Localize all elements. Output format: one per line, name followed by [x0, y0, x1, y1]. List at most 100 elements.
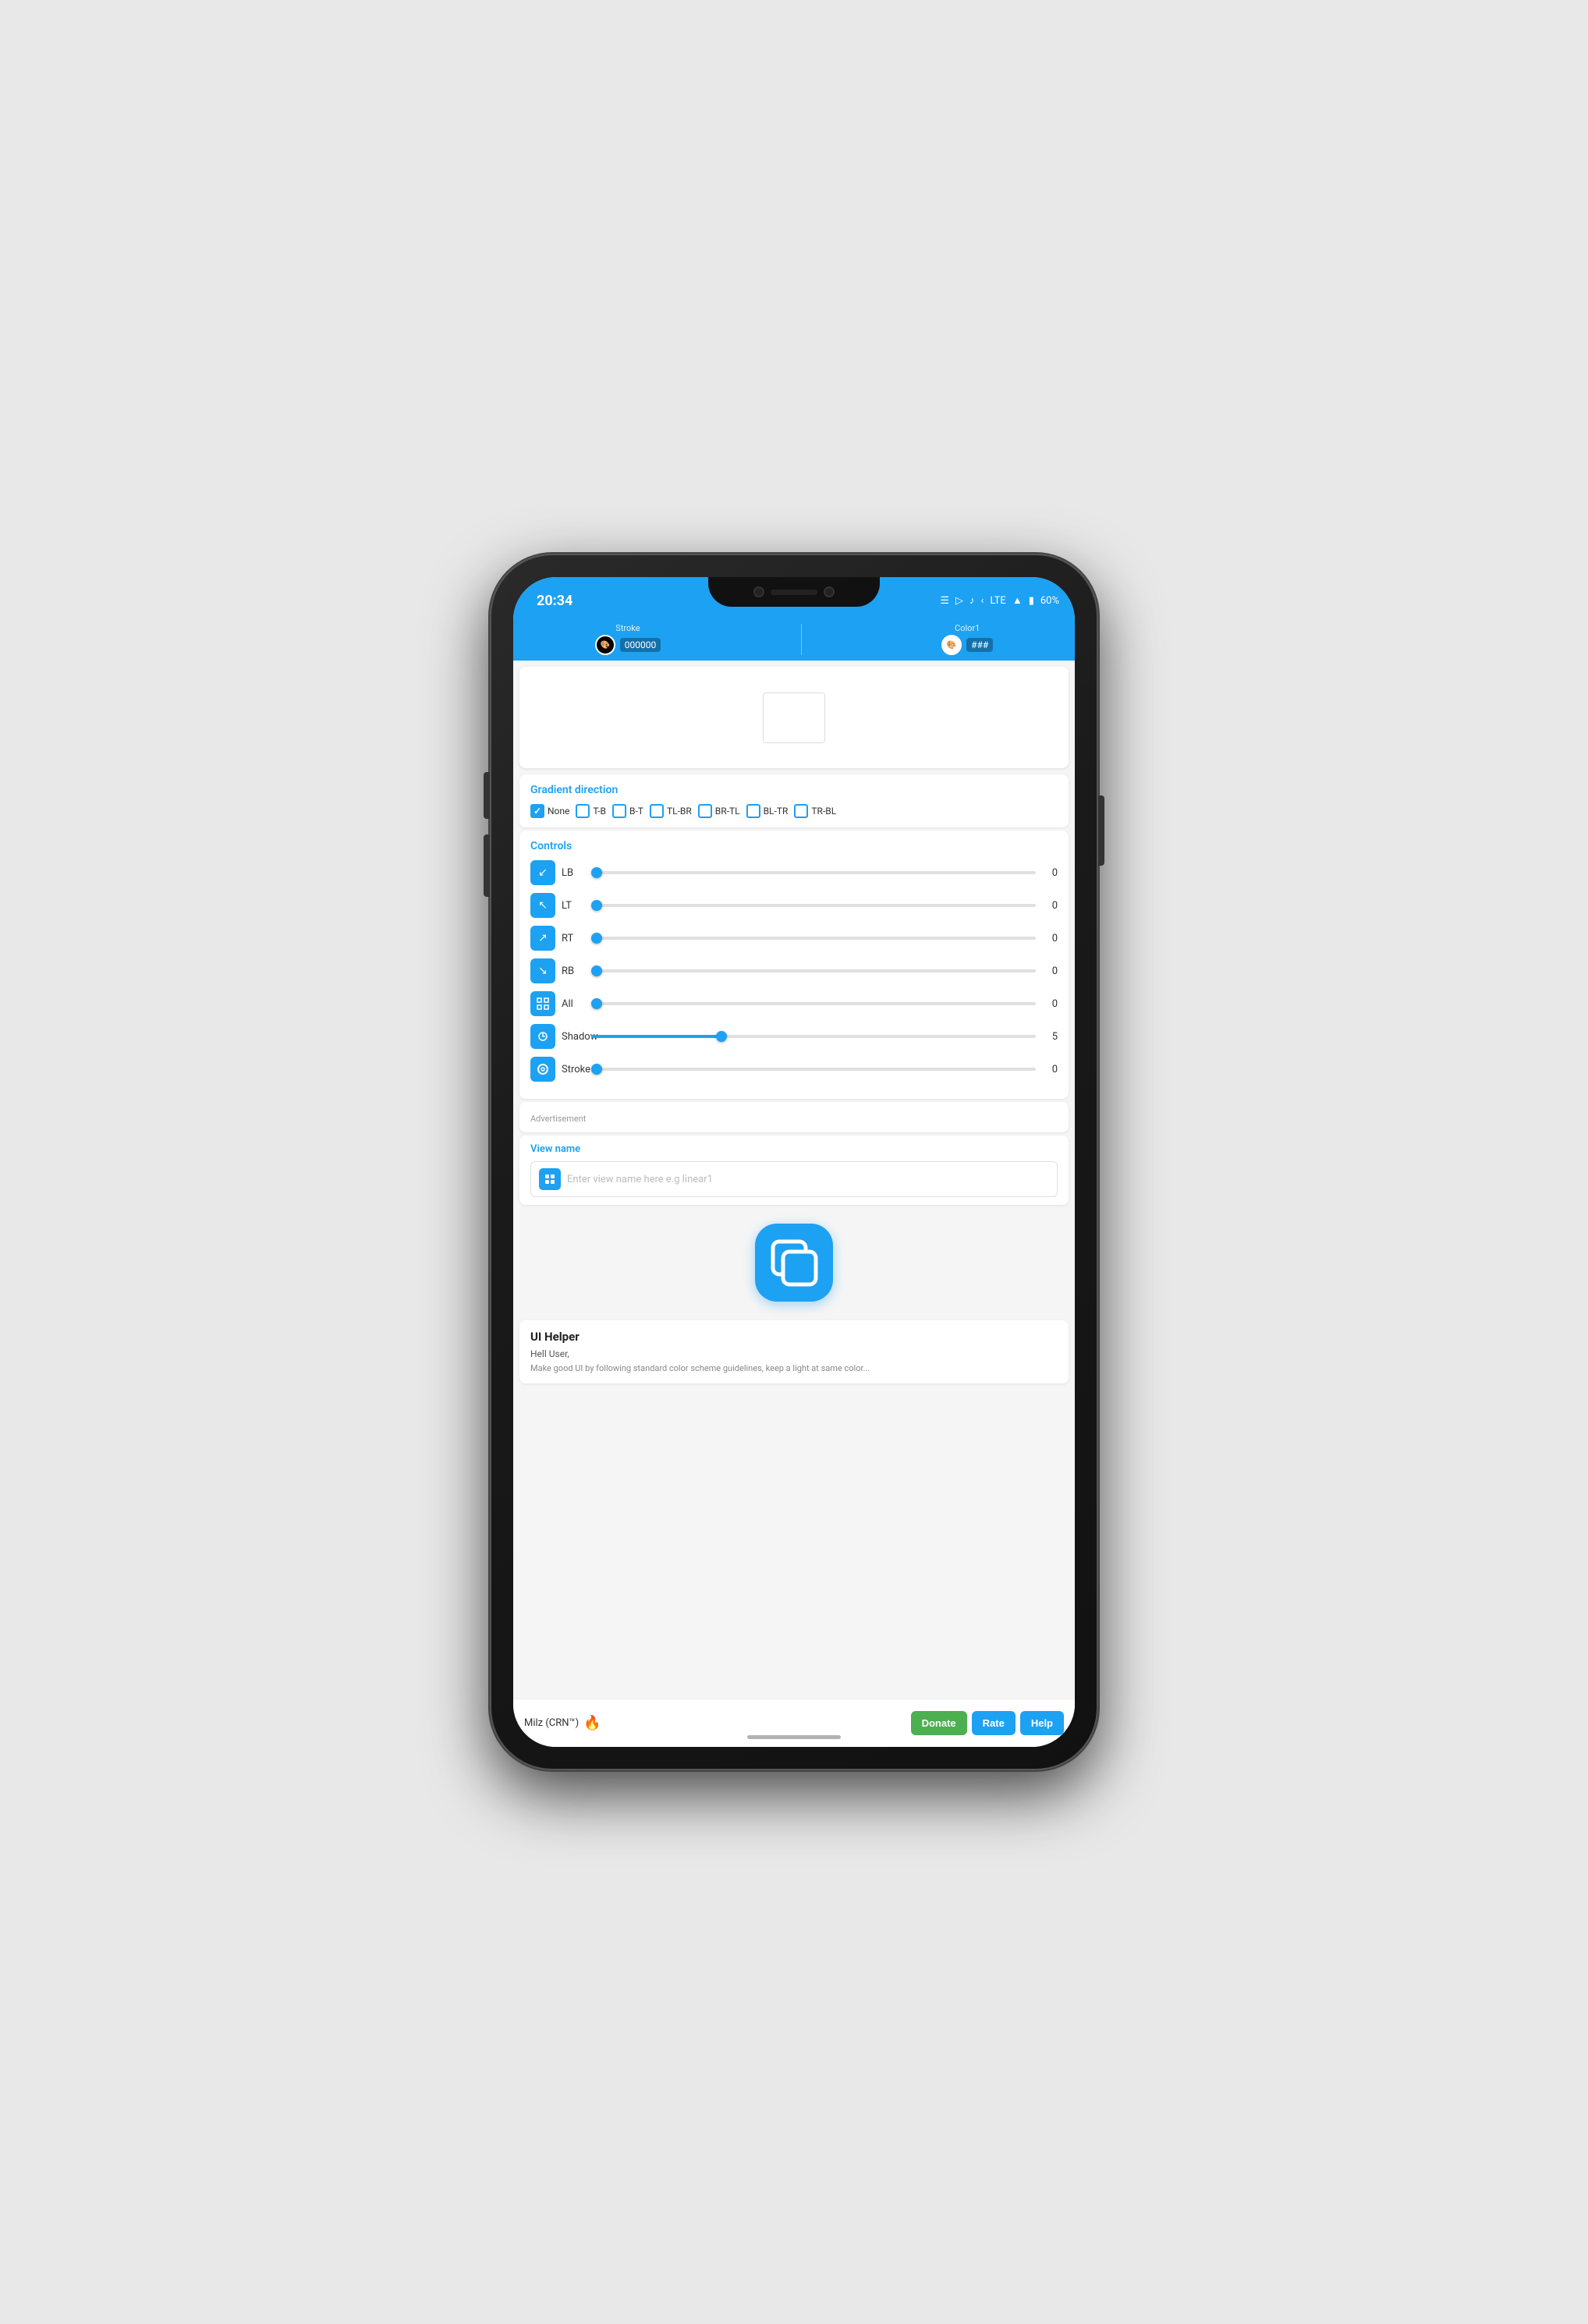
app-icon [755, 1224, 833, 1302]
volume-up-button[interactable] [484, 772, 490, 819]
grad-checkbox-trbl[interactable] [794, 804, 808, 818]
ui-helper-section: UI Helper Hell User, Make good UI by fol… [519, 1320, 1069, 1383]
grad-option-bltr[interactable]: BL-TR [746, 804, 789, 818]
grad-label-tb: T-B [593, 806, 606, 817]
rt-slider-thumb[interactable] [591, 933, 602, 944]
grad-option-tb[interactable]: T-B [576, 804, 606, 818]
lt-icon-btn[interactable]: ↖ [530, 893, 555, 918]
view-name-placeholder: Enter view name here e.g linear1 [567, 1174, 713, 1185]
stroke-slider[interactable] [591, 1068, 1036, 1071]
lb-icon-btn[interactable]: ↙ [530, 860, 555, 885]
phone-screen: 20:34 ☰ ▷ ♪ ‹ LTE ▲ ▮ 60% Stroke [513, 577, 1075, 1747]
shadow-label: Shadow [562, 1031, 585, 1043]
rate-button[interactable]: Rate [972, 1711, 1016, 1735]
bottom-spacer [513, 1387, 1075, 1441]
stroke-value: 🎨 000000 [595, 635, 661, 655]
bottom-author: Milz (CRN™) 🔥 [524, 1715, 601, 1731]
grad-checkbox-tb[interactable] [576, 804, 590, 818]
author-name: Milz (CRN™) [524, 1717, 579, 1729]
shadow-slider-fill [591, 1035, 725, 1038]
lt-icon: ↖ [538, 899, 548, 912]
all-slider[interactable] [591, 1002, 1036, 1005]
help-button[interactable]: Help [1020, 1711, 1064, 1735]
color1-circle[interactable]: 🎨 [941, 635, 962, 655]
grad-checkbox-none[interactable] [530, 804, 544, 818]
control-lb: ↙ LB 0 [530, 860, 1058, 885]
lt-slider-thumb[interactable] [591, 900, 602, 911]
rb-slider-thumb[interactable] [591, 965, 602, 976]
status-time: 20:34 [537, 593, 572, 609]
stroke-slider-thumb[interactable] [591, 1064, 602, 1075]
color1-section[interactable]: Color1 🎨 ### [941, 623, 993, 655]
volume-down-button[interactable] [484, 834, 490, 897]
shadow-value: 5 [1042, 1031, 1058, 1043]
rt-icon: ↗ [538, 932, 548, 944]
stroke-section[interactable]: Stroke 🎨 000000 [595, 623, 661, 655]
rb-icon: ↘ [538, 965, 548, 977]
controls-title: Controls [530, 840, 1058, 852]
grad-option-bt[interactable]: B-T [612, 804, 643, 818]
all-label: All [562, 998, 585, 1010]
gradient-section: Gradient direction None T-B B-T [519, 774, 1069, 827]
grid-icon [544, 1174, 555, 1185]
grad-checkbox-brtl[interactable] [698, 804, 712, 818]
lb-value: 0 [1042, 867, 1058, 879]
sensor-dot [824, 586, 835, 597]
shadow-slider[interactable] [591, 1035, 1036, 1038]
preview-box [763, 693, 825, 743]
grad-option-brtl[interactable]: BR-TL [698, 804, 740, 818]
controls-section: Controls ↙ LB 0 [519, 831, 1069, 1099]
lb-slider-thumb[interactable] [591, 867, 602, 878]
color1-value: 🎨 ### [941, 635, 993, 655]
gradient-title: Gradient direction [530, 784, 1058, 796]
rt-icon-btn[interactable]: ↗ [530, 926, 555, 951]
stroke-hex: 000000 [620, 638, 661, 652]
view-name-input-row[interactable]: Enter view name here e.g linear1 [530, 1161, 1058, 1197]
toolbar-divider [801, 624, 802, 655]
grad-label-none: None [548, 806, 569, 817]
grad-label-trbl: TR-BL [811, 806, 836, 817]
power-button[interactable] [1098, 795, 1104, 866]
lb-slider[interactable] [591, 871, 1036, 874]
grad-checkbox-tlbr[interactable] [650, 804, 664, 818]
ui-helper-title: UI Helper [530, 1330, 1058, 1344]
phone-shell: 20:34 ☰ ▷ ♪ ‹ LTE ▲ ▮ 60% Stroke [490, 554, 1098, 1770]
grad-option-tlbr[interactable]: TL-BR [650, 804, 692, 818]
advertisement-label: Advertisement [530, 1114, 586, 1124]
grad-option-none[interactable]: None [530, 804, 569, 818]
rt-value: 0 [1042, 933, 1058, 944]
grad-checkbox-bltr[interactable] [746, 804, 760, 818]
control-lt: ↖ LT 0 [530, 893, 1058, 918]
stroke-label: Stroke [615, 623, 640, 633]
control-rt: ↗ RT 0 [530, 926, 1058, 951]
app-logo-icon [769, 1238, 820, 1288]
page-wrapper: 20:34 ☰ ▷ ♪ ‹ LTE ▲ ▮ 60% Stroke [0, 0, 1588, 2324]
rt-label: RT [562, 933, 585, 944]
rb-icon-btn[interactable]: ↘ [530, 958, 555, 983]
notification-icon: ☰ [940, 595, 949, 607]
lt-slider[interactable] [591, 904, 1036, 907]
grad-label-brtl: BR-TL [715, 806, 740, 817]
control-all: All 0 [530, 991, 1058, 1016]
ui-helper-greeting: Hell User, [530, 1348, 1058, 1359]
app-icon-area [513, 1208, 1075, 1317]
gradient-options: None T-B B-T TL-BR [530, 804, 1058, 818]
grad-checkbox-bt[interactable] [612, 804, 626, 818]
fire-icon: 🔥 [583, 1715, 601, 1731]
all-icon-btn[interactable] [530, 991, 555, 1016]
all-slider-thumb[interactable] [591, 998, 602, 1009]
content-area[interactable]: Gradient direction None T-B B-T [513, 661, 1075, 1747]
stroke-color-circle[interactable]: 🎨 [595, 635, 615, 655]
shadow-icon-btn[interactable] [530, 1024, 555, 1049]
grad-option-trbl[interactable]: TR-BL [794, 804, 836, 818]
donate-button[interactable]: Donate [911, 1711, 967, 1735]
rb-slider[interactable] [591, 969, 1036, 972]
lb-icon: ↙ [538, 866, 548, 879]
notch [708, 577, 880, 607]
color1-hex: ### [966, 638, 993, 652]
ui-helper-description: Make good UI by following standard color… [530, 1362, 1058, 1374]
shadow-slider-thumb[interactable] [716, 1031, 727, 1042]
rt-slider[interactable] [591, 937, 1036, 940]
stroke-ctrl-icon-btn[interactable] [530, 1057, 555, 1082]
stroke-ctrl-value: 0 [1042, 1064, 1058, 1075]
